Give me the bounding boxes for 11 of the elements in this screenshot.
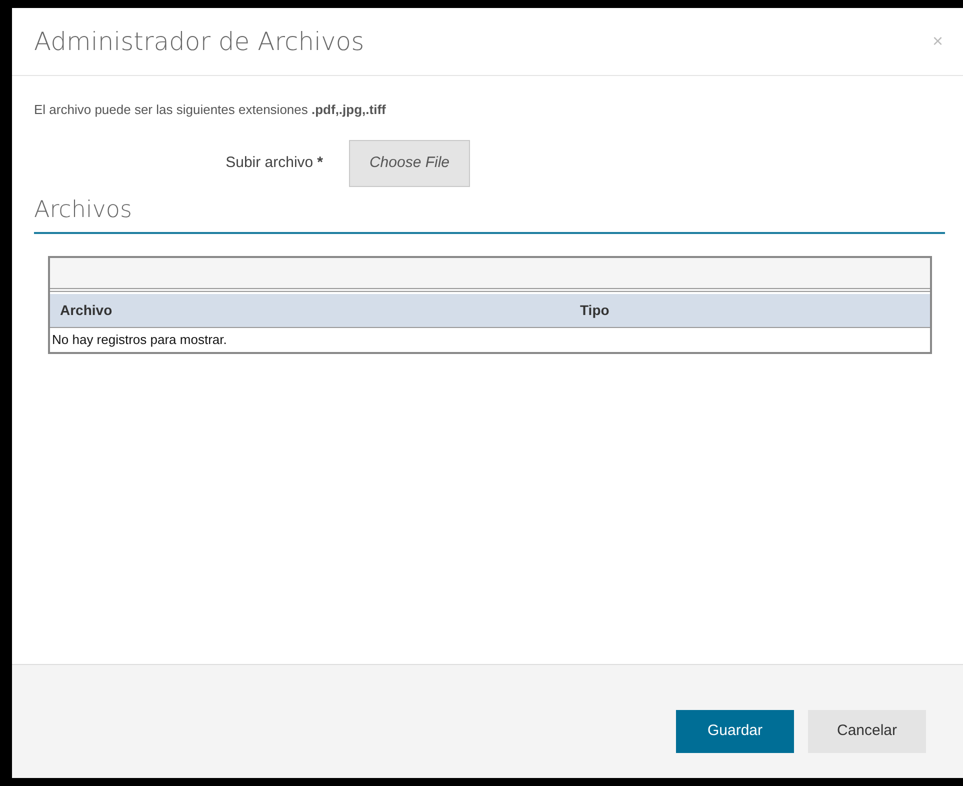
- section-title: Archivos: [34, 196, 945, 234]
- empty-message: No hay registros para mostrar.: [51, 331, 228, 350]
- choose-file-button[interactable]: Choose File: [349, 140, 470, 186]
- save-button[interactable]: Guardar: [676, 710, 794, 753]
- column-header: Tipo: [579, 301, 610, 320]
- dialog-title: Administrador de Archivos: [34, 26, 364, 56]
- upload-label: Subir archivo: [226, 154, 314, 171]
- column-header: Archivo: [59, 301, 114, 320]
- cancel-button[interactable]: Cancelar: [808, 710, 926, 753]
- extensions-notice: El archivo puede ser las siguientes extensiones .pdf,.jpg,.tiff: [34, 101, 387, 119]
- required-mark: *: [317, 154, 323, 171]
